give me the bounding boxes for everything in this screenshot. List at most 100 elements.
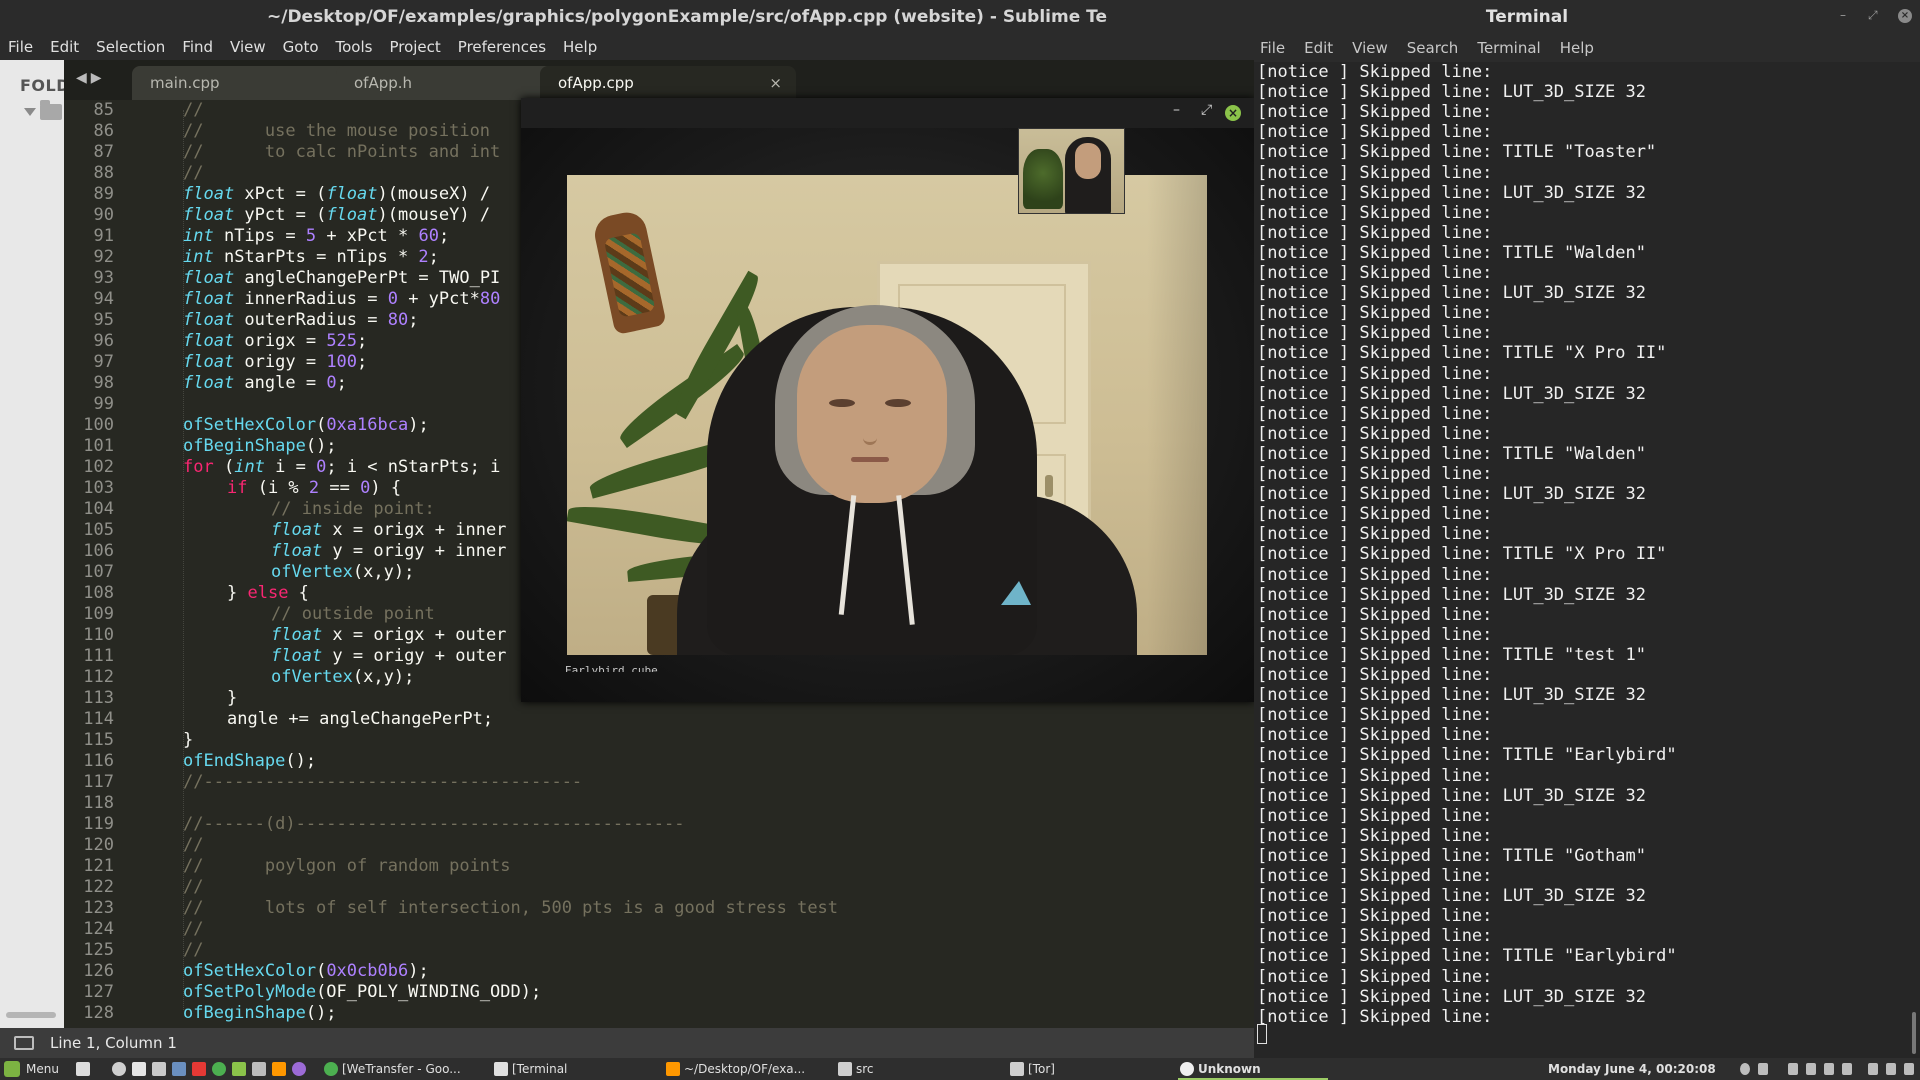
code-line: ofEndShape(); <box>183 751 317 771</box>
show-desktop-icon[interactable] <box>76 1062 90 1076</box>
terminal-line: [notice ] Skipped line: <box>1257 1006 1493 1027</box>
line-number: 101 <box>83 436 114 456</box>
tab-nav-arrows-icon[interactable]: ◀▶ <box>76 70 106 86</box>
menu-project[interactable]: Project <box>389 38 440 56</box>
chrome-launcher-icon[interactable] <box>212 1062 226 1076</box>
line-number: 128 <box>83 1003 114 1023</box>
terminal-line: [notice ] Skipped line: LUT_3D_SIZE 32 <box>1257 82 1646 103</box>
terminal-line: [notice ] Skipped line: <box>1257 263 1493 283</box>
line-number: 126 <box>83 961 114 981</box>
panel-toggle-icon[interactable] <box>14 1036 34 1050</box>
tab-ofapp-cpp[interactable]: ofApp.cpp × <box>540 66 796 100</box>
task-label: [Tor] <box>1028 1062 1055 1076</box>
code-line: ofBeginShape(); <box>183 1003 337 1023</box>
webcam-window[interactable]: – ⤢ × Earlybird cube <box>521 98 1254 702</box>
terminal-line: [notice ] Skipped line: LUT_3D_SIZE 32 <box>1257 383 1646 404</box>
task-terminal[interactable]: [Terminal <box>492 1058 632 1080</box>
task-wetransfer[interactable]: [WeTransfer - Goo... <box>322 1058 472 1080</box>
update-icon[interactable] <box>1740 1063 1750 1075</box>
code-line: // <box>183 163 204 183</box>
tab-label: main.cpp <box>150 74 220 92</box>
terminal-line: [notice ] Skipped line: LUT_3D_SIZE 32 <box>1257 986 1646 1007</box>
volume-icon[interactable] <box>1842 1063 1852 1075</box>
task-tor[interactable]: [Tor] <box>1008 1058 1148 1080</box>
code-line: //------------------------------------- <box>183 772 583 792</box>
terminal-line: [notice ] Skipped line: <box>1257 202 1493 223</box>
line-number: 95 <box>93 310 114 330</box>
sidebar-scrollbar[interactable] <box>6 1012 56 1018</box>
terminal-title: Terminal <box>1254 0 1920 34</box>
task-label: [WeTransfer - Goo... <box>342 1062 461 1076</box>
keyboard-icon[interactable] <box>1788 1063 1798 1075</box>
clock[interactable]: Monday June 4, 00:20:08 <box>1548 1058 1716 1080</box>
filter-caption: Earlybird cube <box>565 664 658 672</box>
sublime-launcher-icon[interactable] <box>272 1062 286 1076</box>
nose <box>863 411 877 445</box>
code-line: // lots of self intersection, 500 pts is… <box>183 898 839 918</box>
menu-file[interactable]: File <box>8 38 33 56</box>
network-launcher-icon[interactable] <box>172 1062 186 1076</box>
folder-icon[interactable] <box>40 100 62 120</box>
launcher-icon[interactable] <box>112 1062 126 1076</box>
code-line: float angleChangePerPt = TWO_PI <box>183 268 501 288</box>
tab-close-icon[interactable]: × <box>769 66 782 100</box>
terminal-output[interactable]: [notice ] Skipped line: [notice ] Skipped… <box>1254 62 1920 1058</box>
code-line: int nStarPts = nTips * 2; <box>183 247 439 267</box>
notifications-icon[interactable] <box>1904 1063 1914 1075</box>
filezilla-launcher-icon[interactable] <box>192 1062 206 1076</box>
terminal-scrollbar[interactable] <box>1912 1012 1916 1054</box>
door-handle <box>1045 475 1053 497</box>
clipboard-icon[interactable] <box>1868 1063 1878 1075</box>
menu-goto[interactable]: Goto <box>283 38 319 56</box>
terminal-launcher-icon[interactable] <box>132 1062 146 1076</box>
line-number: 111 <box>83 646 114 666</box>
expand-triangle-icon[interactable] <box>24 108 36 116</box>
minimize-icon[interactable]: – <box>1173 102 1180 118</box>
line-number: 106 <box>83 541 114 561</box>
code-line: float outerRadius = 80; <box>183 310 419 330</box>
terminal-menu-file[interactable]: File <box>1260 39 1285 57</box>
maximize-icon[interactable]: ⤢ <box>1201 102 1212 118</box>
files-launcher-icon[interactable] <box>152 1062 166 1076</box>
close-icon[interactable]: × <box>1898 9 1912 23</box>
terminal-menu-search[interactable]: Search <box>1407 39 1459 57</box>
network-icon[interactable] <box>1824 1063 1834 1075</box>
start-menu-button[interactable]: Menu <box>4 1061 59 1077</box>
menu-tools[interactable]: Tools <box>336 38 373 56</box>
menu-view[interactable]: View <box>230 38 266 56</box>
webcam-titlebar[interactable]: – ⤢ × <box>521 98 1254 128</box>
menu-preferences[interactable]: Preferences <box>458 38 546 56</box>
task-sublime[interactable]: ~/Desktop/OF/exa... <box>664 1058 820 1080</box>
line-number: 103 <box>83 478 114 498</box>
webcam-thumbnail <box>1018 128 1125 214</box>
terminal-line: [notice ] Skipped line: <box>1257 705 1493 726</box>
close-icon[interactable]: × <box>1225 105 1241 121</box>
menu-edit[interactable]: Edit <box>50 38 79 56</box>
status-bar: Line 1, Column 1 <box>0 1028 1254 1058</box>
settings-launcher-icon[interactable] <box>252 1062 266 1076</box>
menu-selection[interactable]: Selection <box>96 38 165 56</box>
terminal-line: [notice ] Skipped line: <box>1257 524 1493 545</box>
tab-label: ofApp.h <box>354 74 413 92</box>
mint-logo-icon <box>4 1061 20 1077</box>
tor-launcher-icon[interactable] <box>292 1062 306 1076</box>
line-number: 121 <box>83 856 114 876</box>
maximize-icon[interactable]: ⤢ <box>1868 8 1878 23</box>
terminal-menu-help[interactable]: Help <box>1560 39 1594 57</box>
terminal-menu-terminal[interactable]: Terminal <box>1477 39 1540 57</box>
apps-grid-icon[interactable] <box>1758 1063 1768 1075</box>
monitor-launcher-icon[interactable] <box>232 1062 246 1076</box>
code-line: // <box>183 919 204 939</box>
bluetooth-icon[interactable] <box>1886 1063 1896 1075</box>
menu-help[interactable]: Help <box>563 38 597 56</box>
task-unknown[interactable]: Unknown <box>1178 1058 1328 1080</box>
terminal-menu-edit[interactable]: Edit <box>1304 39 1333 57</box>
terminal-menu-view[interactable]: View <box>1352 39 1388 57</box>
user-icon[interactable] <box>1806 1063 1816 1075</box>
terminal-line: [notice ] Skipped line: LUT_3D_SIZE 32 <box>1257 886 1646 907</box>
task-src[interactable]: src <box>836 1058 956 1080</box>
menu-find[interactable]: Find <box>182 38 213 56</box>
code-line: // poylgon of random points <box>183 856 511 876</box>
minimize-icon[interactable]: – <box>1840 8 1846 22</box>
line-number: 113 <box>83 688 114 708</box>
